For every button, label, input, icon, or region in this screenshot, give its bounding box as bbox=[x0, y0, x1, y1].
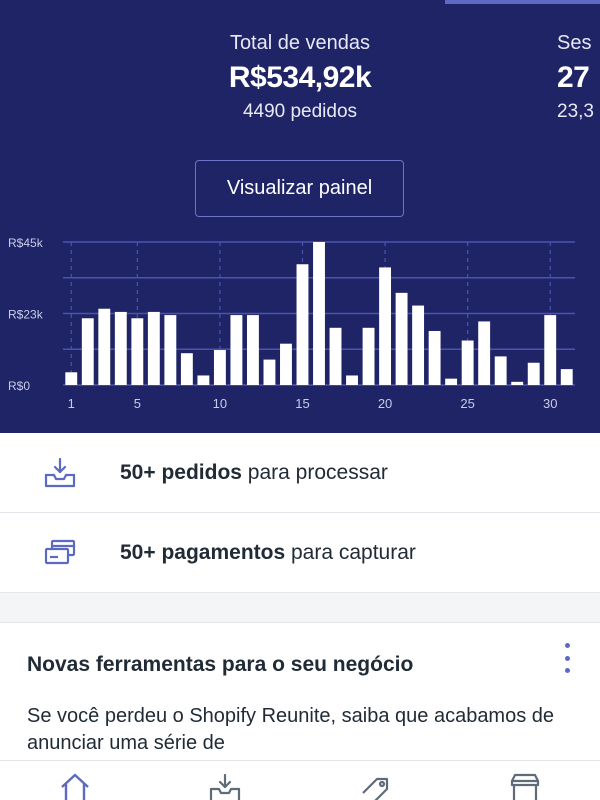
bar-day-2[interactable] bbox=[81, 318, 94, 385]
y-tick-label: R$45k bbox=[8, 236, 44, 250]
products-tag-icon[interactable] bbox=[355, 771, 395, 800]
bar-day-15[interactable] bbox=[296, 264, 309, 385]
x-tick-label: 5 bbox=[134, 396, 141, 411]
orders-icon[interactable] bbox=[205, 771, 245, 800]
total-sales-metric[interactable]: Total de vendas R$534,92k 4490 pedidos bbox=[150, 32, 450, 123]
bar-day-20[interactable] bbox=[379, 267, 392, 385]
x-tick-label: 1 bbox=[68, 396, 75, 411]
task-orders-to-process[interactable]: 50+ pedidos para processar bbox=[0, 433, 600, 513]
bar-day-16[interactable] bbox=[313, 242, 325, 385]
card-title: Novas ferramentas para o seu negócio bbox=[27, 653, 414, 676]
sales-overview-panel: Total de vendas R$534,92k 4490 pedidos S… bbox=[0, 0, 600, 433]
sessions-label: Ses bbox=[557, 32, 592, 54]
sessions-value: 27 bbox=[557, 61, 590, 94]
bar-day-24[interactable] bbox=[445, 378, 458, 385]
bar-day-1[interactable] bbox=[65, 372, 78, 385]
payment-cards-icon bbox=[40, 533, 80, 573]
bar-day-11[interactable] bbox=[230, 315, 243, 385]
bar-day-13[interactable] bbox=[263, 359, 276, 385]
bar-day-12[interactable] bbox=[246, 315, 259, 385]
bar-day-8[interactable] bbox=[180, 353, 193, 385]
bar-day-7[interactable] bbox=[164, 315, 177, 385]
bar-day-10[interactable] bbox=[213, 350, 226, 385]
chart-y-axis: R$0 R$23k R$45k bbox=[8, 236, 44, 393]
bar-day-5[interactable] bbox=[131, 318, 144, 385]
active-tab-indicator bbox=[445, 0, 600, 4]
more-options-icon[interactable] bbox=[558, 641, 576, 675]
daily-sales-bar-chart: R$0R$23kR$45k 1 5 10 15 20 25 30 bbox=[8, 236, 575, 411]
bar-day-25[interactable] bbox=[461, 340, 474, 385]
store-icon[interactable] bbox=[505, 771, 545, 800]
inbox-download-icon bbox=[40, 453, 80, 493]
bar-day-28[interactable] bbox=[511, 381, 524, 385]
task-payments-bold: 50+ pagamentos bbox=[120, 540, 286, 564]
x-tick-label: 30 bbox=[543, 396, 557, 411]
bar-day-4[interactable] bbox=[114, 311, 127, 385]
bar-day-3[interactable] bbox=[98, 308, 111, 385]
bar-day-19[interactable] bbox=[362, 327, 375, 385]
y-tick-label: R$0 bbox=[8, 379, 30, 393]
bar-day-17[interactable] bbox=[329, 327, 342, 385]
task-orders-text: 50+ pedidos para processar bbox=[120, 461, 388, 485]
bar-day-26[interactable] bbox=[478, 321, 491, 385]
news-card[interactable]: Novas ferramentas para o seu negócio Se … bbox=[0, 622, 600, 772]
total-sales-value: R$534,92k bbox=[228, 61, 372, 94]
card-body: Se você perdeu o Shopify Reunite, saiba … bbox=[27, 705, 555, 754]
orders-count: 4490 pedidos bbox=[242, 101, 358, 122]
sessions-sub: 23,3 bbox=[557, 101, 594, 122]
bar-day-29[interactable] bbox=[527, 362, 540, 385]
home-icon[interactable] bbox=[55, 771, 95, 800]
x-tick-label: 10 bbox=[213, 396, 227, 411]
x-tick-label: 15 bbox=[295, 396, 309, 411]
bar-day-30[interactable] bbox=[544, 315, 557, 385]
task-orders-bold: 50+ pedidos bbox=[120, 460, 242, 484]
y-tick-label: R$23k bbox=[8, 308, 44, 322]
bar-day-6[interactable] bbox=[147, 311, 160, 385]
bar-day-27[interactable] bbox=[494, 356, 507, 385]
bar-day-21[interactable] bbox=[395, 292, 408, 385]
task-payments-to-capture[interactable]: 50+ pagamentos para capturar bbox=[0, 513, 600, 593]
bar-day-22[interactable] bbox=[412, 305, 425, 385]
view-dashboard-button[interactable]: Visualizar painel bbox=[195, 160, 404, 217]
total-sales-label: Total de vendas bbox=[229, 32, 371, 54]
task-list: 50+ pedidos para processar 50+ pagamento… bbox=[0, 433, 600, 593]
bar-day-9[interactable] bbox=[197, 375, 210, 385]
task-payments-rest: para capturar bbox=[285, 540, 416, 564]
bottom-navigation bbox=[0, 760, 600, 800]
task-payments-text: 50+ pagamentos para capturar bbox=[120, 541, 416, 565]
task-orders-rest: para processar bbox=[241, 460, 388, 484]
bar-day-23[interactable] bbox=[428, 330, 441, 385]
bar-day-18[interactable] bbox=[346, 375, 358, 385]
bar-day-31[interactable] bbox=[560, 369, 573, 385]
sessions-metric[interactable]: Ses 27 23,3 bbox=[557, 32, 594, 123]
x-tick-label: 25 bbox=[460, 396, 474, 411]
x-tick-label: 20 bbox=[378, 396, 392, 411]
bar-day-14[interactable] bbox=[280, 343, 292, 385]
chart-x-axis: 1 5 10 15 20 25 30 bbox=[68, 396, 558, 411]
